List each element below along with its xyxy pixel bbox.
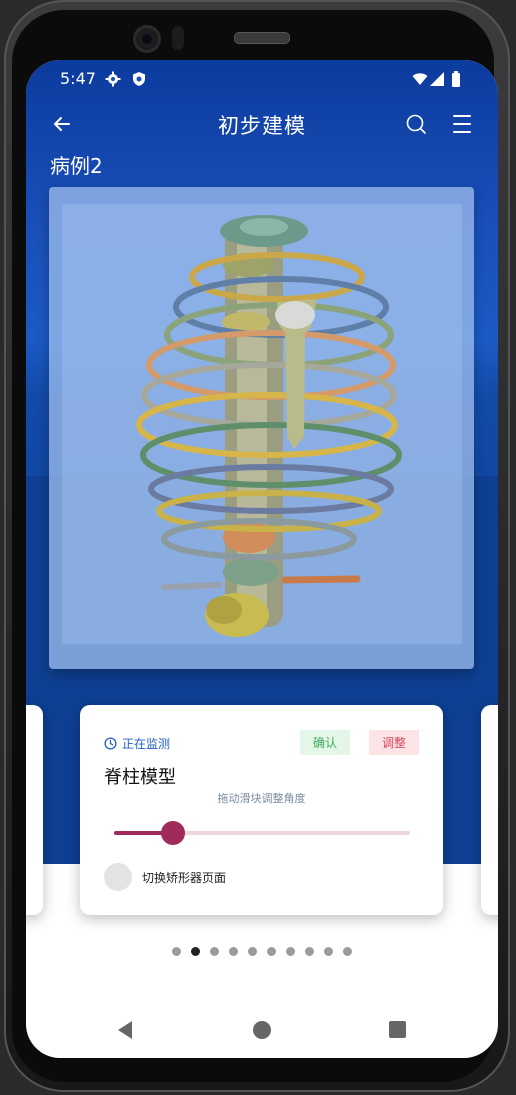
earpiece-speaker (234, 32, 290, 44)
case-label: 病例2 (50, 154, 103, 178)
page-dot[interactable] (343, 947, 352, 956)
spine-3d-model-viewer[interactable] (49, 187, 474, 669)
menu-icon[interactable] (450, 112, 474, 136)
monitor-status-text: 正在监测 (122, 737, 171, 751)
orthosis-toggle-row: 切换矫形器页面 (104, 863, 226, 891)
page-dot[interactable] (248, 947, 257, 956)
status-bar: 5:47 (26, 60, 498, 98)
settings-gear-icon (105, 71, 121, 87)
page-indicator (26, 947, 498, 956)
confirm-button[interactable]: 确认 (300, 730, 350, 755)
page-dot[interactable] (305, 947, 314, 956)
orthosis-toggle[interactable] (104, 863, 132, 891)
toggle-label: 切换矫形器页面 (142, 870, 227, 885)
slider-thumb[interactable] (161, 821, 186, 845)
front-camera (133, 25, 161, 53)
nav-recents-icon[interactable] (389, 1021, 406, 1038)
card-title: 脊柱模型 (104, 767, 176, 788)
page-dot[interactable] (172, 947, 181, 956)
system-nav-bar (26, 1010, 498, 1050)
shield-icon (133, 72, 145, 86)
page-dot[interactable] (210, 947, 219, 956)
prev-card-peek[interactable] (26, 705, 43, 915)
screen: 5:47 初步建模 病例2 正在监测 确认 调整 脊柱模型 拖动滑块调整角度 切… (26, 60, 498, 1058)
angle-slider[interactable] (114, 821, 410, 845)
wifi-icon (412, 73, 428, 85)
clock-icon (104, 737, 117, 750)
search-icon[interactable] (404, 112, 428, 136)
adjust-button[interactable]: 调整 (369, 730, 419, 755)
nav-back-icon[interactable] (115, 1020, 135, 1040)
page-dot[interactable] (324, 947, 333, 956)
page-dot[interactable] (191, 947, 200, 956)
page-dot[interactable] (229, 947, 238, 956)
cellular-signal-icon (430, 72, 444, 86)
spine-model-image (62, 204, 462, 644)
spine-model-card: 正在监测 确认 调整 脊柱模型 拖动滑块调整角度 切换矫形器页面 (80, 705, 443, 915)
status-time: 5:47 (60, 69, 96, 88)
page-dot[interactable] (267, 947, 276, 956)
nav-home-icon[interactable] (253, 1021, 271, 1039)
battery-icon (452, 71, 460, 87)
slider-hint: 拖动滑块调整角度 (217, 792, 306, 805)
next-card-peek[interactable] (481, 705, 498, 915)
app-bar: 初步建模 (26, 100, 498, 148)
page-dot[interactable] (286, 947, 295, 956)
proximity-sensor (172, 26, 184, 50)
monitor-status: 正在监测 (104, 735, 170, 752)
